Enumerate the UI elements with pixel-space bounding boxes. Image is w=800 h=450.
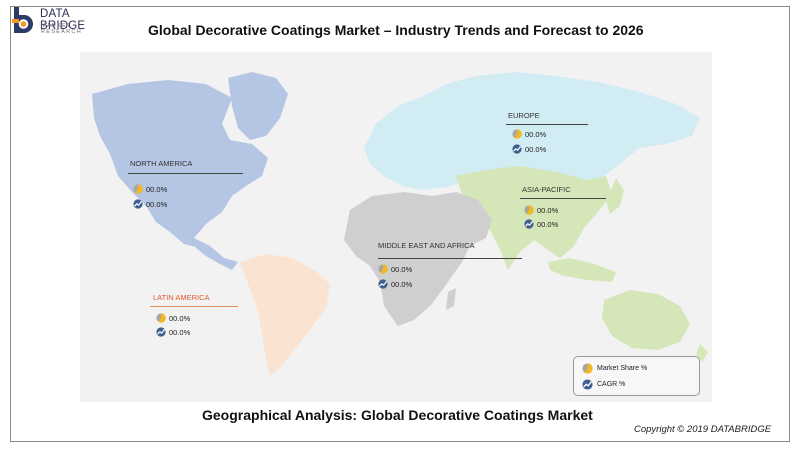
legend-cagr: CAGR % — [582, 379, 625, 390]
legend-cagr-label: CAGR % — [597, 381, 626, 388]
southeast-asia-islands-shape — [548, 258, 616, 282]
legend-market-share-label: Market Share % — [597, 365, 648, 372]
cagr-trend-icon — [133, 199, 143, 209]
asia-pacific-cagr: 00.0% — [524, 219, 558, 229]
madagascar-shape — [446, 288, 456, 310]
north-america-divider — [128, 173, 243, 174]
europe-divider — [506, 124, 588, 125]
north-america-market-share: 00.0% — [133, 184, 167, 194]
market-share-pie-icon — [156, 313, 166, 323]
market-share-pie-icon — [378, 264, 388, 274]
greenland-shape — [228, 72, 288, 140]
map-caption: Geographical Analysis: Global Decorative… — [202, 407, 593, 423]
middle-east-africa-cagr-value: 00.0% — [391, 279, 413, 289]
latin-america-cagr-value: 00.0% — [169, 327, 191, 337]
legend-market-share: Market Share % — [582, 363, 647, 374]
central-america-shape — [194, 238, 238, 270]
middle-east-africa-market-share: 00.0% — [378, 264, 412, 274]
europe-cagr-value: 00.0% — [525, 144, 547, 154]
north-america-cagr-value: 00.0% — [146, 199, 168, 209]
cagr-trend-icon — [512, 144, 522, 154]
asia-pacific-divider — [520, 198, 606, 199]
cagr-trend-icon — [524, 219, 534, 229]
latin-america-market-share: 00.0% — [156, 313, 190, 323]
north-america-market-share-value: 00.0% — [146, 184, 168, 194]
asia-pacific-market-share: 00.0% — [524, 205, 558, 215]
region-label-middle-east-africa: MIDDLE EAST AND AFRICA — [378, 241, 475, 250]
map-legend: Market Share % CAGR % — [573, 356, 700, 396]
middle-east-africa-shape — [344, 192, 492, 326]
europe-cagr: 00.0% — [512, 144, 546, 154]
cagr-trend-icon — [378, 279, 388, 289]
middle-east-africa-cagr: 00.0% — [378, 279, 412, 289]
asia-pacific-market-share-value: 00.0% — [537, 205, 559, 215]
market-share-pie-icon — [133, 184, 143, 194]
cagr-trend-icon — [156, 327, 166, 337]
middle-east-africa-market-share-value: 00.0% — [391, 264, 413, 274]
north-america-cagr: 00.0% — [133, 199, 167, 209]
cagr-trend-icon — [582, 379, 593, 390]
copyright-notice: Copyright © 2019 DATABRIDGE — [634, 424, 772, 435]
latin-america-cagr: 00.0% — [156, 327, 190, 337]
market-share-pie-icon — [582, 363, 593, 374]
region-label-latin-america: LATIN AMERICA — [153, 293, 210, 302]
asia-pacific-cagr-value: 00.0% — [537, 219, 559, 229]
europe-market-share: 00.0% — [512, 129, 546, 139]
region-label-europe: EUROPE — [508, 111, 540, 120]
latin-america-divider — [150, 306, 238, 307]
europe-market-share-value: 00.0% — [525, 129, 547, 139]
market-share-pie-icon — [524, 205, 534, 215]
market-share-pie-icon — [512, 129, 522, 139]
latin-america-shape — [240, 254, 330, 376]
region-label-asia-pacific: ASIA-PACIFIC — [522, 185, 571, 194]
australia-shape — [602, 290, 690, 350]
region-label-north-america: NORTH AMERICA — [130, 159, 193, 168]
latin-america-market-share-value: 00.0% — [169, 313, 191, 323]
middle-east-africa-divider — [378, 258, 522, 259]
japan-shape — [606, 178, 624, 214]
